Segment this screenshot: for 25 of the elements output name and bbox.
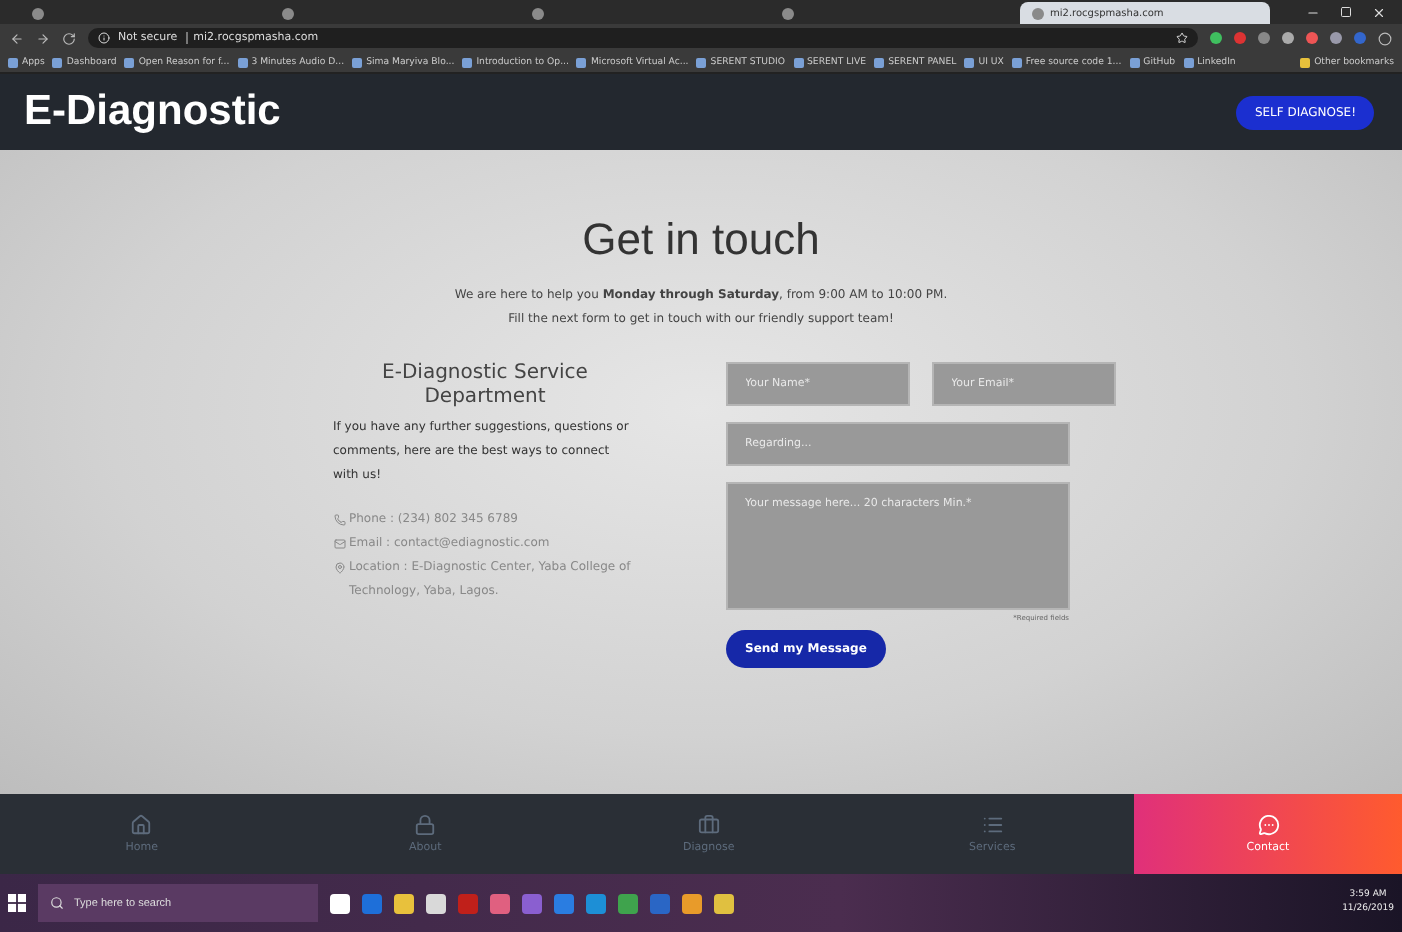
pin-icon xyxy=(333,562,345,574)
brand-logo[interactable]: E-Diagnostic xyxy=(24,88,281,136)
info-icon xyxy=(98,32,110,44)
favicon-icon xyxy=(532,7,544,19)
favicon-icon xyxy=(782,7,794,19)
favicon-icon xyxy=(1032,7,1044,19)
close-icon[interactable] xyxy=(1372,5,1386,19)
search-icon xyxy=(50,896,64,910)
department-title: E-Diagnostic Service Department xyxy=(380,362,590,408)
favicon-icon xyxy=(32,7,44,19)
maximize-icon[interactable] xyxy=(1340,5,1352,17)
reload-icon[interactable] xyxy=(62,31,76,45)
page-title: Get in touch xyxy=(582,214,820,266)
windows-logo-icon[interactable] xyxy=(8,894,26,912)
mail-icon xyxy=(333,538,345,550)
star-icon[interactable] xyxy=(1176,32,1188,44)
briefcase-icon xyxy=(697,814,720,836)
home-icon xyxy=(130,814,153,836)
forward-icon[interactable] xyxy=(36,31,50,45)
phone-icon xyxy=(333,514,345,526)
profile-icon[interactable] xyxy=(1378,31,1392,45)
back-icon[interactable] xyxy=(10,31,24,45)
lock-icon xyxy=(414,814,437,836)
favicon-icon xyxy=(282,7,294,19)
chat-icon xyxy=(1257,814,1279,836)
